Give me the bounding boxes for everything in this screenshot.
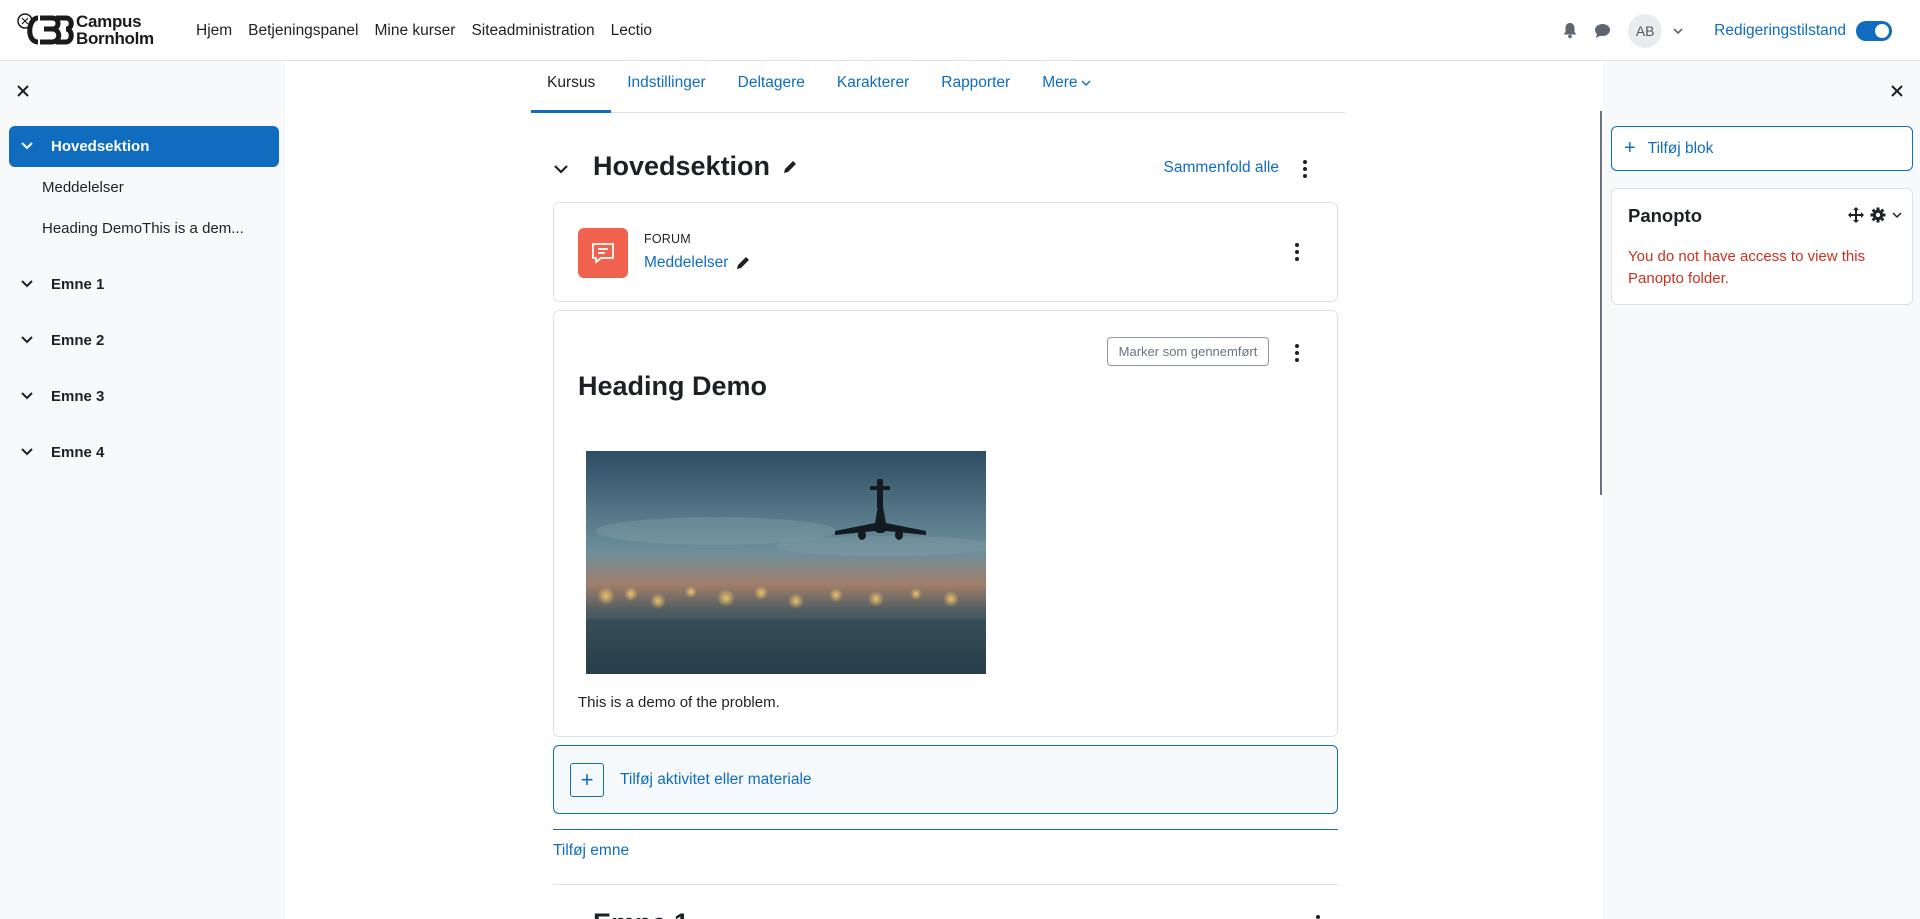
course-index-section-topic-3[interactable]: Emne 3: [9, 376, 279, 417]
course-index-item-heading-demo[interactable]: Heading DemoThis is a dem...: [9, 208, 279, 249]
section-label: Emne 1: [51, 276, 105, 293]
course-index-section-topic-2[interactable]: Emne 2: [9, 320, 279, 361]
collapse-all-link[interactable]: Sammenfold alle: [1164, 159, 1279, 177]
block-drawer: + Tilføj blok Panopto You do not have ac…: [1603, 61, 1920, 919]
section-title-text: Hovedsektion: [593, 151, 771, 181]
add-activity-label: Tilføj aktivitet eller materiale: [620, 771, 812, 788]
label-heading: Heading Demo: [578, 371, 768, 401]
primary-navigation: Hjem Betjeningspanel Mine kurser Siteadm…: [188, 0, 660, 61]
site-name-line1: Campus: [76, 12, 142, 31]
chevron-down-icon[interactable]: [21, 334, 37, 348]
close-course-index-button[interactable]: [16, 81, 30, 104]
pencil-icon[interactable]: [735, 255, 751, 271]
section-label: Emne 2: [51, 332, 105, 349]
block-controls: [1848, 207, 1902, 223]
section-divider: [553, 884, 1338, 885]
activity-actions-kebab-icon[interactable]: [1287, 341, 1307, 365]
site-name-line2: Bornholm: [76, 29, 154, 48]
airplane-image: [586, 451, 986, 674]
course-index-drawer: Hovedsektion Meddelelser Heading DemoThi…: [0, 61, 285, 919]
section-title: Hovedsektion: [593, 151, 798, 182]
forum-name[interactable]: Meddelelser: [644, 254, 728, 272]
gear-icon[interactable]: [1870, 207, 1886, 223]
course-index-section-main[interactable]: Hovedsektion: [9, 126, 279, 167]
plus-icon: +: [1624, 137, 1636, 159]
tab-course[interactable]: Kursus: [531, 61, 612, 113]
move-icon[interactable]: [1848, 207, 1864, 223]
chevron-down-icon[interactable]: [21, 140, 37, 154]
nav-my-courses[interactable]: Mine kurser: [374, 22, 455, 40]
site-logo[interactable]: Campus Bornholm: [16, 12, 154, 48]
collapse-section-chevron-icon[interactable]: [553, 159, 569, 180]
tab-reports[interactable]: Rapporter: [925, 61, 1026, 113]
chevron-down-icon[interactable]: [21, 446, 37, 460]
add-topic-link[interactable]: Tilføj emne: [553, 842, 629, 860]
section-label: Hovedsektion: [51, 138, 150, 155]
chevron-down-icon[interactable]: [1672, 25, 1684, 37]
forum-icon: [578, 228, 628, 278]
add-activity-button[interactable]: + Tilføj aktivitet eller materiale: [553, 745, 1338, 814]
pencil-icon[interactable]: [782, 159, 798, 175]
section-actions-kebab-icon[interactable]: [1308, 912, 1328, 919]
text-media-card: Marker som gennemført Heading Demo This …: [553, 310, 1338, 737]
label-body-text: This is a demo of the problem.: [578, 694, 780, 711]
section-label: Emne 3: [51, 388, 105, 405]
tab-more[interactable]: Mere: [1026, 61, 1106, 113]
tab-more-label: Mere: [1042, 74, 1078, 91]
tab-settings[interactable]: Indstillinger: [611, 61, 721, 113]
course-index: Hovedsektion Meddelelser Heading DemoThi…: [9, 126, 279, 473]
panopto-block: Panopto You do not have access to view t…: [1611, 188, 1913, 305]
nav-lectio[interactable]: Lectio: [611, 22, 652, 40]
close-block-drawer-button[interactable]: [1890, 81, 1904, 104]
add-block-label: Tilføj blok: [1647, 139, 1714, 157]
site-name: Campus Bornholm: [76, 13, 154, 47]
chevron-down-icon: [1081, 80, 1091, 86]
forum-link[interactable]: Meddelelser: [644, 254, 751, 272]
notifications-button[interactable]: [1554, 15, 1586, 47]
nav-site-admin[interactable]: Siteadministration: [471, 22, 594, 40]
section-title: Emne 1: [593, 908, 689, 919]
course-index-section-topic-4[interactable]: Emne 4: [9, 432, 279, 473]
nav-dashboard[interactable]: Betjeningspanel: [248, 22, 358, 40]
course-index-item-announcements[interactable]: Meddelelser: [9, 167, 279, 208]
chevron-down-icon[interactable]: [1892, 211, 1902, 219]
messages-button[interactable]: [1586, 15, 1618, 47]
chevron-down-icon[interactable]: [21, 390, 37, 404]
section-header-main: Hovedsektion Sammenfold alle: [553, 149, 1323, 189]
tab-participants[interactable]: Deltagere: [722, 61, 821, 113]
plus-icon: +: [570, 763, 604, 797]
add-topic-divider: [553, 829, 1338, 830]
avatar[interactable]: AB: [1628, 13, 1663, 48]
secondary-navigation: Kursus Indstillinger Deltagere Karaktere…: [531, 61, 1345, 113]
section-label: Emne 4: [51, 444, 105, 461]
add-block-button[interactable]: + Tilføj blok: [1611, 126, 1913, 171]
course-content: Kursus Indstillinger Deltagere Karaktere…: [285, 61, 1603, 919]
activity-type: FORUM: [644, 232, 691, 246]
close-icon: [1891, 85, 1903, 97]
edit-mode-toggle[interactable]: [1856, 20, 1892, 41]
section-header-topic-1: Emne 1: [553, 906, 1338, 919]
close-icon: [17, 85, 29, 97]
chat-icon: [1594, 23, 1610, 38]
activity-actions-kebab-icon[interactable]: [1287, 240, 1307, 264]
course-index-section-topic-1[interactable]: Emne 1: [9, 264, 279, 305]
chevron-down-icon[interactable]: [21, 278, 37, 292]
block-error-message: You do not have access to view this Pano…: [1628, 248, 1866, 287]
block-title: Panopto: [1628, 205, 1702, 226]
tab-grades[interactable]: Karakterer: [821, 61, 925, 113]
page-scrollbar[interactable]: [1600, 111, 1602, 495]
nav-home[interactable]: Hjem: [196, 22, 232, 40]
bell-icon: [1563, 23, 1577, 39]
section-actions-kebab-icon[interactable]: [1295, 157, 1315, 181]
campus-bornholm-logo-icon: [17, 13, 74, 45]
mark-as-done-button[interactable]: Marker som gennemført: [1107, 337, 1269, 366]
top-navbar: Campus Bornholm Hjem Betjeningspanel Min…: [0, 0, 1920, 61]
user-controls: AB Redigeringstilstand: [1554, 0, 1920, 61]
forum-activity-card: FORUM Meddelelser: [553, 202, 1338, 302]
edit-mode-label: Redigeringstilstand: [1714, 21, 1846, 39]
